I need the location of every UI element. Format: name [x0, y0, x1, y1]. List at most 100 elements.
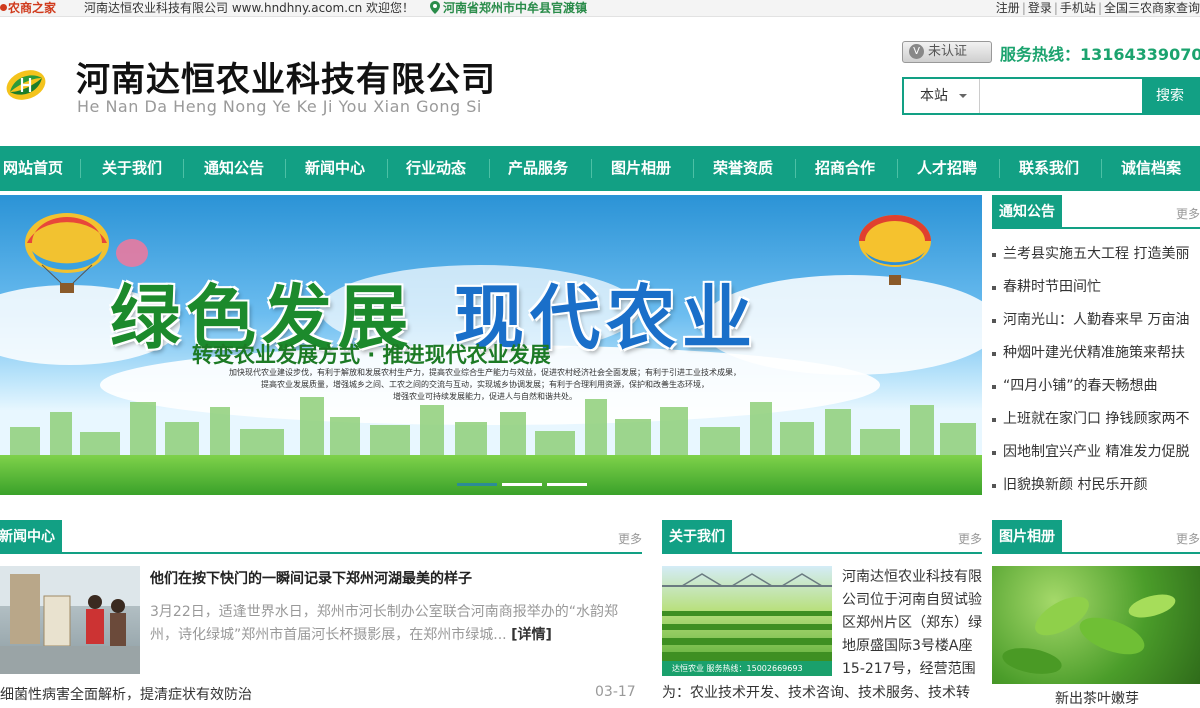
news-headline[interactable]: 他们在按下快门的一瞬间记录下郑州河湖最美的样子 [150, 568, 472, 588]
verified-icon: V [909, 44, 924, 59]
about-more-link[interactable]: 更多 [958, 530, 982, 547]
nav-divider [1101, 159, 1102, 178]
carousel-indicators [457, 471, 592, 490]
divider: | [1097, 1, 1102, 15]
brand-label[interactable]: 农商之家 [8, 1, 56, 15]
farm-irrigation-photo [662, 573, 832, 661]
list-item[interactable]: 旧貌换新颜 村民乐开颜 [990, 469, 1200, 502]
divider: | [1053, 1, 1058, 15]
nav-divider [999, 159, 1000, 178]
nav-notice[interactable]: 通知公告 [196, 146, 272, 191]
news-summary: 3月22日，适逢世界水日，郑州市河长制办公室联合河南商报举办的“水韵郑州，诗化绿… [150, 601, 635, 647]
list-item[interactable]: 河南光山：人勤春来早 万亩油 [990, 304, 1200, 337]
list-item[interactable]: 上班就在家门口 挣钱顾家两不 [990, 403, 1200, 436]
gallery-more-link[interactable]: 更多 [1176, 530, 1200, 547]
gallery-header: 图片相册 更多 [992, 520, 1200, 554]
gallery-caption[interactable]: 新出茶叶嫩芽 [1055, 688, 1139, 708]
notice-list: 兰考县实施五大工程 打造美丽 春耕时节田间忙 河南光山：人勤春来早 万亩油 种烟… [990, 238, 1200, 502]
carousel-dot[interactable] [547, 483, 587, 486]
mobile-site-link[interactable]: 手机站 [1060, 1, 1096, 15]
news-photo [0, 566, 140, 674]
list-item[interactable]: 种烟叶建光伏精准施策来帮扶 [990, 337, 1200, 370]
nav-divider [80, 159, 81, 178]
merchant-query-link[interactable]: 全国三农商家查询 [1104, 1, 1200, 15]
list-item[interactable]: “四月小铺”的春天畅想曲 [990, 370, 1200, 403]
about-text-cont: 为：农业技术开发、技术咨询、技术服务、技术转 [662, 685, 970, 701]
list-item[interactable]: 春耕时节田间忙 [990, 271, 1200, 304]
news-thumbnail[interactable] [0, 566, 140, 674]
nav-about[interactable]: 关于我们 [94, 146, 170, 191]
location: 河南省郑州市中牟县官渡镇 [430, 0, 587, 17]
nav-honors[interactable]: 荣誉资质 [705, 146, 781, 191]
chevron-down-icon [959, 94, 967, 98]
gallery-image[interactable] [992, 566, 1200, 684]
hero-banner[interactable]: 绿色发展 现代农业 转变农业发展方式 · 推进现代农业发展 加快现代农业建设步伐，… [0, 195, 982, 495]
search-bar: 本站 搜索 [902, 77, 1200, 115]
notice-title[interactable]: 通知公告 [992, 195, 1062, 229]
search-button[interactable]: 搜索 [1142, 79, 1198, 113]
nav-jobs[interactable]: 人才招聘 [909, 146, 985, 191]
search-scope-select[interactable]: 本站 [904, 79, 980, 113]
about-title[interactable]: 关于我们 [662, 520, 732, 554]
nav-contact[interactable]: 联系我们 [1011, 146, 1087, 191]
list-item[interactable]: 因地制宜兴产业 精准发力促脱 [990, 436, 1200, 469]
tea-leaves-photo [1002, 594, 1176, 674]
nav-divider [693, 159, 694, 178]
welcome-text: 河南达恒农业科技有限公司 www.hndhny.acom.cn 欢迎您！ [84, 1, 415, 15]
nav-gallery[interactable]: 图片相册 [603, 146, 679, 191]
carousel-dot[interactable] [457, 483, 497, 486]
detail-link[interactable]: [详情] [511, 627, 552, 643]
nav-investment[interactable]: 招商合作 [807, 146, 883, 191]
divider: | [1021, 1, 1026, 15]
register-link[interactable]: 注册 [996, 1, 1020, 15]
nav-divider [387, 159, 388, 178]
banner-body-line: 提高农业发展质量，增强城乡之间、工农之间的交流与互动，实现城乡协调发展；有利于合… [261, 380, 709, 389]
notice-more-link[interactable]: 更多 [1176, 205, 1200, 222]
list-item[interactable]: 兰考县实施五大工程 打造美丽 [990, 238, 1200, 271]
cert-label: 未认证 [928, 44, 968, 59]
about-header: 关于我们 更多 [662, 520, 982, 554]
news-title[interactable]: 新闻中心 [0, 520, 62, 554]
map-pin-icon [430, 1, 440, 14]
nav-divider [285, 159, 286, 178]
news-list-item[interactable]: 细菌性病害全面解析，提清症状有效防治 [0, 684, 252, 704]
banner-subtitle: 转变农业发展方式 · 推进现代农业发展 [192, 343, 551, 367]
nav-home[interactable]: 网站首页 [0, 146, 66, 191]
notice-header: 通知公告 更多 [992, 195, 1200, 229]
gallery-title[interactable]: 图片相册 [992, 520, 1062, 554]
top-links: 注册 | 登录 | 手机站 | 全国三农商家查询 [996, 0, 1200, 17]
company-name: 河南达恒农业科技有限公司 [76, 60, 496, 100]
main-nav: 网站首页 关于我们 通知公告 新闻中心 行业动态 产品服务 图片相册 荣誉资质 … [0, 146, 1200, 191]
banner-body-line: 增强农业可持续发展能力，促进人与自然和谐共处。 [393, 392, 577, 401]
brand-logo-icon [0, 4, 7, 11]
news-header: 新闻中心 更多 [0, 520, 642, 554]
hot-air-balloon-icon [859, 215, 931, 285]
top-bar: 农商之家 河南达恒农业科技有限公司 www.hndhny.acom.cn 欢迎您… [0, 0, 1200, 17]
nav-divider [591, 159, 592, 178]
nav-industry[interactable]: 行业动态 [398, 146, 474, 191]
about-image[interactable]: 达恒农业 服务热线：15002669693 [662, 566, 832, 676]
company-logo-icon[interactable] [4, 68, 48, 102]
news-more-link[interactable]: 更多 [618, 530, 642, 547]
certification-badge[interactable]: V 未认证 [902, 41, 992, 63]
banner-body-line: 加快现代农业建设步伐，有利于解放和发展农村生产力，提高农业综合生产能力与效益，促… [229, 368, 741, 377]
nav-products[interactable]: 产品服务 [500, 146, 576, 191]
nav-divider [897, 159, 898, 178]
banner-body: 加快现代农业建设步伐，有利于解放和发展农村生产力，提高农业综合生产能力与效益，促… [135, 367, 835, 403]
location-label: 河南省郑州市中牟县官渡镇 [443, 1, 588, 15]
login-link[interactable]: 登录 [1028, 1, 1052, 15]
news-date: 03-17 [595, 684, 636, 700]
site-brand[interactable]: 农商之家 [0, 0, 56, 17]
carousel-dot[interactable] [502, 483, 542, 486]
company-pinyin: He Nan Da Heng Nong Ye Ke Ji You Xian Go… [77, 97, 482, 116]
nav-credit[interactable]: 诚信档案 [1113, 146, 1189, 191]
about-text: 河南达恒农业科技有限公司位于河南自贸试验区郑州片区（郑东）绿地原盛国际3号楼A座… [842, 569, 982, 677]
search-scope-label: 本站 [920, 88, 948, 104]
nav-news[interactable]: 新闻中心 [297, 146, 373, 191]
nav-divider [183, 159, 184, 178]
search-input[interactable] [981, 79, 1144, 113]
nav-divider [489, 159, 490, 178]
nav-divider [795, 159, 796, 178]
about-image-caption: 达恒农业 服务热线：15002669693 [662, 661, 832, 676]
service-hotline: 服务热线：13164339070 [1000, 45, 1200, 64]
